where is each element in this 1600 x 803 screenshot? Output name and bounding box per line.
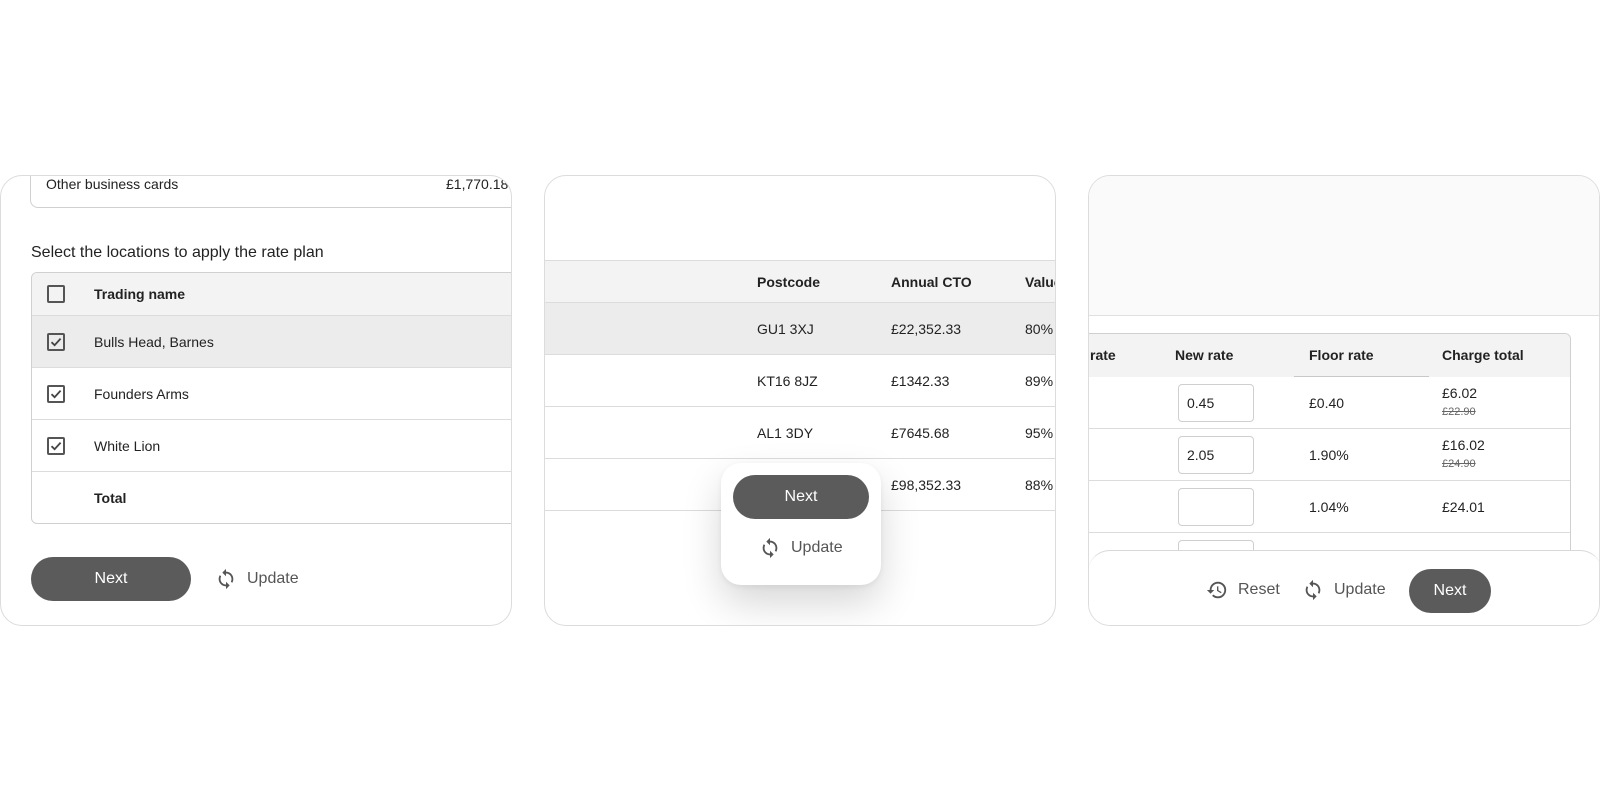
refresh-icon [218,568,234,590]
next-button[interactable]: Next [31,557,191,601]
new-rate-input[interactable] [1178,488,1254,526]
check-icon [50,441,62,451]
annual-cto-cell: £98,352.33 [891,477,962,493]
locations-table: Trading name Bulls Head, Barnes Founders… [31,272,511,524]
summary-label: Other business cards [46,176,179,192]
table-row[interactable]: Bulls Head, Barnes [32,316,511,368]
postcode-cell: AL1 3DY [757,425,814,441]
select-all-checkbox[interactable] [47,285,65,303]
check-icon [50,337,62,347]
postcode-cell: KT16 8JZ [757,373,818,389]
history-icon [1206,581,1227,599]
update-button[interactable]: Update [1302,579,1386,601]
value-cell: 89% [1025,373,1054,389]
update-button[interactable]: Update [759,537,843,559]
table-row[interactable]: Founders Arms [32,368,511,420]
column-header-charge-total: Charge total [1442,347,1524,363]
floor-rate-cell: £0.40 [1309,395,1345,411]
location-select-card: Other business cards £1,770.18 Select th… [0,175,512,626]
total-label: Total [94,490,127,506]
annual-cto-cell: £7645.68 [891,425,950,441]
trading-name: White Lion [94,438,161,454]
column-header-trading-name: Trading name [94,286,186,302]
card-header-area [1089,176,1599,316]
action-popover: Next Update [721,463,881,585]
row-checkbox[interactable] [47,437,65,455]
value-cell: 80% [1025,321,1054,337]
column-header-annual-cto: Annual CTO [891,274,972,290]
postcode-cell: GU1 3XJ [757,321,814,337]
refresh-icon [1305,579,1321,601]
reset-label: Reset [1238,581,1280,598]
table-header-row: Trading name [32,273,511,316]
update-label: Update [247,570,299,587]
column-header-postcode: Postcode [757,274,821,290]
action-footer: Reset Update Next [1089,550,1599,625]
trading-name: Founders Arms [94,386,189,402]
table-header-row: rate New rate Floor rate Charge total [1089,334,1570,377]
update-button[interactable]: Update [215,568,299,590]
total-row: Total [32,472,511,523]
value-cell: 88% [1025,477,1054,493]
value-cell: 95% [1025,425,1054,441]
table-row[interactable]: White Lion [32,420,511,472]
annual-cto-cell: £22,352.33 [891,321,962,337]
floor-rate-cell: 1.90% [1309,447,1349,463]
locations-values-card: Postcode Annual CTO Value GU1 3XJ £22,35… [544,175,1056,626]
summary-value: £1,770.18 [446,176,509,192]
check-icon [50,389,62,399]
next-button[interactable]: Next [1409,569,1491,613]
column-header-floor-rate: Floor rate [1309,347,1374,363]
refresh-icon [762,537,778,559]
column-header-value: Value [1025,274,1055,290]
next-button[interactable]: Next [733,475,869,519]
column-header-new-rate: New rate [1175,347,1234,363]
new-rate-input[interactable]: 2.05 [1178,436,1254,474]
new-rate-input[interactable]: 0.45 [1178,384,1254,422]
charge-total-cell: £24.01 [1442,499,1485,515]
table-row[interactable]: KT16 8JZ £1342.33 89% [545,355,1055,407]
row-checkbox[interactable] [47,385,65,403]
row-checkbox[interactable] [47,333,65,351]
charge-total-cell: £16.02 [1442,437,1485,453]
rate-edit-card: rate New rate Floor rate Charge total 0.… [1088,175,1600,626]
update-label: Update [791,539,843,556]
annual-cto-cell: £1342.33 [891,373,950,389]
table-row[interactable]: 1.04% £24.01 [1089,481,1570,533]
table-row[interactable]: 0.45 £0.40 £6.02 £22.90 [1089,377,1570,429]
reset-button[interactable]: Reset [1206,579,1280,601]
trading-name: Bulls Head, Barnes [94,334,214,350]
charge-total-cell: £6.02 [1442,385,1478,401]
table-row[interactable]: GU1 3XJ £22,352.33 80% [545,303,1055,355]
previous-charge: £24.90 [1442,458,1476,470]
column-header-rate: rate [1090,347,1116,363]
table-header-row: Postcode Annual CTO Value [545,260,1055,303]
table-row[interactable]: 2.05 1.90% £16.02 £24.90 [1089,429,1570,481]
table-row[interactable]: AL1 3DY £7645.68 95% [545,407,1055,459]
update-label: Update [1334,581,1386,598]
previous-charge: £22.90 [1442,406,1476,418]
section-title: Select the locations to apply the rate p… [31,244,324,261]
floor-rate-cell: 1.04% [1309,499,1349,515]
